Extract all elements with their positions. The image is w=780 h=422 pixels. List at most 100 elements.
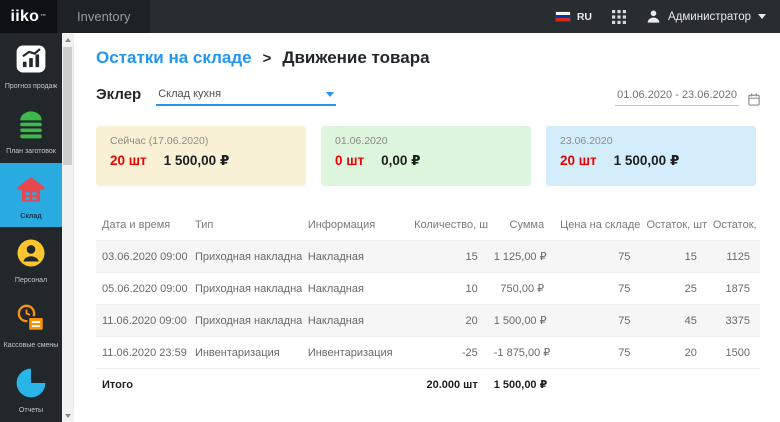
column-header-quantity: Количество, шт <box>408 210 488 241</box>
card-period-start: 01.06.2020 0 шт 0,00 ₽ <box>321 126 531 186</box>
table-row[interactable]: 05.06.2020 09:00 Приходная накладная Нак… <box>96 273 760 305</box>
table-row[interactable]: 11.06.2020 09:00 Приходная накладная Нак… <box>96 305 760 337</box>
iiko-logo: iiko™ <box>0 0 57 33</box>
table-header-row: Дата и время Тип Информация Количество, … <box>96 210 760 241</box>
sidebar: Прогноз продаж План заготовок <box>0 33 62 422</box>
page-title: Движение товара <box>282 48 429 68</box>
cell-datetime: 03.06.2020 09:00 <box>96 241 189 273</box>
sidebar-item-label: Склад <box>18 213 43 221</box>
sidebar-item-warehouse[interactable]: Склад <box>0 163 62 228</box>
arrow-down-icon <box>65 414 71 418</box>
column-header-store-price: Цена на складе <box>554 210 640 241</box>
breadcrumb: Остатки на складе > Движение товара <box>96 48 760 68</box>
card-sum: 1 500,00 ₽ <box>614 153 680 169</box>
app-name: Inventory <box>77 9 130 24</box>
date-range-picker[interactable]: 01.06.2020 - 23.06.2020 <box>615 89 760 106</box>
cell-store-price: 75 <box>554 305 640 337</box>
sidebar-item-staff[interactable]: Персонал <box>0 227 62 292</box>
tab-inventory[interactable]: Inventory <box>57 0 150 33</box>
language-switcher[interactable]: RU <box>555 11 592 23</box>
cell-balance-qty: 15 <box>640 241 706 273</box>
topbar: iiko™ Inventory RU <box>0 0 780 33</box>
card-sum: 0,00 ₽ <box>381 153 420 169</box>
cell-balance-rub: 1500 <box>707 337 760 369</box>
column-header-sum: Сумма <box>488 210 554 241</box>
sidebar-item-cash-shifts[interactable]: Кассовые смены <box>0 292 62 357</box>
cell-store-price: 75 <box>554 337 640 369</box>
column-header-balance-qty: Остаток, шт <box>640 210 706 241</box>
calendar-icon[interactable] <box>748 93 760 106</box>
card-title: 23.06.2020 <box>560 135 742 147</box>
sidebar-item-reports[interactable]: Отчеты <box>0 357 62 422</box>
user-icon <box>646 9 661 24</box>
cell-sum: 750,00 ₽ <box>488 273 554 305</box>
breadcrumb-separator: > <box>263 50 272 67</box>
sidebar-item-label: План заготовок <box>4 148 58 156</box>
filter-row: Эклер Склад кухня 01.06.2020 - 23.06.202… <box>96 86 760 106</box>
sidebar-item-label: Отчеты <box>17 407 45 415</box>
arrow-up-icon <box>65 38 71 42</box>
cell-balance-rub: 1875 <box>707 273 760 305</box>
sidebar-item-prep-plan[interactable]: План заготовок <box>0 98 62 163</box>
table-row[interactable]: 11.06.2020 23:59 Инвентаризация Инвентар… <box>96 337 760 369</box>
store-select[interactable]: Склад кухня <box>156 88 336 106</box>
main-area: Прогноз продаж План заготовок <box>0 33 780 422</box>
cell-type: Приходная накладная <box>189 273 302 305</box>
chevron-down-icon <box>758 14 766 19</box>
cell-balance-qty: 45 <box>640 305 706 337</box>
logo-text: iiko <box>10 8 39 26</box>
total-label: Итого <box>96 369 189 401</box>
scrollbar-thumb[interactable] <box>63 47 72 165</box>
warehouse-icon <box>12 170 50 208</box>
cell-quantity: -25 <box>408 337 488 369</box>
cell-sum: 1 500,00 ₽ <box>488 305 554 337</box>
cell-store-price: 75 <box>554 241 640 273</box>
card-title: 01.06.2020 <box>335 135 517 147</box>
store-select-value: Склад кухня <box>158 88 221 100</box>
cell-info: Накладная <box>302 241 408 273</box>
prep-plan-icon <box>12 105 50 143</box>
card-quantity: 20 шт <box>110 153 147 168</box>
cell-datetime: 05.06.2020 09:00 <box>96 273 189 305</box>
column-header-datetime: Дата и время <box>96 210 189 241</box>
apps-grid-icon[interactable] <box>612 10 626 24</box>
cell-info: Накладная <box>302 305 408 337</box>
sidebar-item-sales-forecast[interactable]: Прогноз продаж <box>0 33 62 98</box>
total-sum: 1 500,00 ₽ <box>488 369 554 401</box>
cell-quantity: 15 <box>408 241 488 273</box>
cell-info: Инвентаризация <box>302 337 408 369</box>
movements-table: Дата и время Тип Информация Количество, … <box>96 210 760 400</box>
content-scrollbar[interactable] <box>62 33 74 422</box>
user-name: Администратор <box>668 11 751 23</box>
content: Остатки на складе > Движение товара Экле… <box>74 33 780 422</box>
russian-flag-icon <box>555 11 571 22</box>
user-menu[interactable]: Администратор <box>646 9 766 24</box>
cell-type: Приходная накладная <box>189 241 302 273</box>
product-name: Эклер <box>96 86 141 106</box>
cell-sum: 1 125,00 ₽ <box>488 241 554 273</box>
cell-datetime: 11.06.2020 09:00 <box>96 305 189 337</box>
table-total-row: Итого 20.000 шт 1 500,00 ₽ <box>96 369 760 401</box>
cell-balance-rub: 1125 <box>707 241 760 273</box>
column-header-type: Тип <box>189 210 302 241</box>
sales-forecast-icon <box>12 40 50 78</box>
sidebar-item-label: Прогноз продаж <box>3 83 59 91</box>
inventory-app: iiko™ Inventory RU <box>0 0 780 422</box>
summary-cards: Сейчас (17.06.2020) 20 шт 1 500,00 ₽ 01.… <box>96 126 760 186</box>
cash-shifts-icon <box>12 299 50 337</box>
total-quantity: 20.000 шт <box>408 369 488 401</box>
reports-icon <box>12 364 50 402</box>
cell-store-price: 75 <box>554 273 640 305</box>
breadcrumb-link-stock-balance[interactable]: Остатки на складе <box>96 48 252 68</box>
column-header-balance-rub: Остаток, ₽ <box>707 210 760 241</box>
table-row[interactable]: 03.06.2020 09:00 Приходная накладная Нак… <box>96 241 760 273</box>
date-range-value: 01.06.2020 - 23.06.2020 <box>615 89 739 106</box>
cell-balance-qty: 20 <box>640 337 706 369</box>
scroll-down-button[interactable] <box>62 409 74 422</box>
scroll-up-button[interactable] <box>62 33 74 46</box>
logo-tm: ™ <box>40 14 46 20</box>
cell-balance-qty: 25 <box>640 273 706 305</box>
cell-type: Инвентаризация <box>189 337 302 369</box>
card-period-end: 23.06.2020 20 шт 1 500,00 ₽ <box>546 126 756 186</box>
language-code: RU <box>577 11 592 23</box>
